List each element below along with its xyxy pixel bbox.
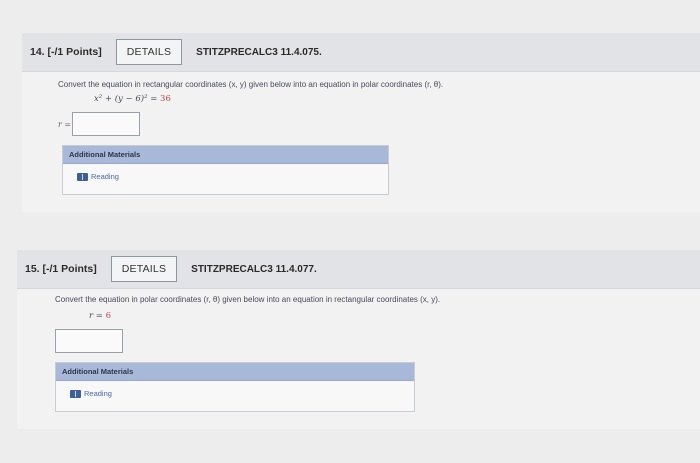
question-15-reading-link[interactable]: Reading	[70, 389, 112, 398]
question-15-additional-materials: Additional Materials Reading	[55, 362, 415, 412]
question-15-equation-rhs: 6	[105, 311, 112, 321]
book-icon	[77, 172, 88, 181]
question-14-reading-label: Reading	[91, 172, 119, 181]
question-14-details-button[interactable]: DETAILS	[115, 39, 183, 65]
question-15-details-button[interactable]: DETAILS	[110, 256, 178, 282]
question-15-additional-materials-title: Additional Materials	[56, 363, 414, 381]
question-14-additional-materials: Additional Materials Reading	[62, 145, 389, 195]
question-15-prompt: Convert the equation in polar coordinate…	[55, 295, 441, 304]
book-icon	[70, 389, 81, 398]
question-14-answer-input[interactable]	[72, 112, 140, 136]
question-14-problem-id: STITZPRECALC3 11.4.075.	[196, 46, 322, 58]
question-14-body: Convert the equation in rectangular coor…	[22, 72, 700, 212]
question-15-problem-id: STITZPRECALC3 11.4.077.	[191, 263, 317, 275]
question-15-number: 15. [-/1 Points]	[25, 263, 97, 275]
question-15-reading-label: Reading	[84, 389, 112, 398]
question-14-prompt: Convert the equation in rectangular coor…	[58, 80, 444, 89]
question-14-number: 14. [-/1 Points]	[30, 46, 102, 58]
question-15-equation-lhs: r =	[89, 311, 103, 321]
question-14-equation: x² + (y − 6)² = 36	[94, 94, 171, 104]
question-14-equation-rhs: 36	[160, 94, 171, 104]
question-15-header: 15. [-/1 Points] DETAILS STITZPRECALC3 1…	[17, 250, 700, 289]
question-14-header: 14. [-/1 Points] DETAILS STITZPRECALC3 1…	[22, 33, 700, 72]
question-15-equation: r = 6	[89, 311, 111, 321]
question-14-answer-label: r =	[58, 120, 72, 129]
question-14-equation-lhs: x² + (y − 6)² =	[94, 94, 158, 104]
question-15-body: Convert the equation in polar coordinate…	[17, 289, 700, 429]
question-14-additional-materials-title: Additional Materials	[63, 146, 388, 164]
question-14-reading-link[interactable]: Reading	[77, 172, 119, 181]
question-15-answer-input[interactable]	[55, 329, 123, 353]
